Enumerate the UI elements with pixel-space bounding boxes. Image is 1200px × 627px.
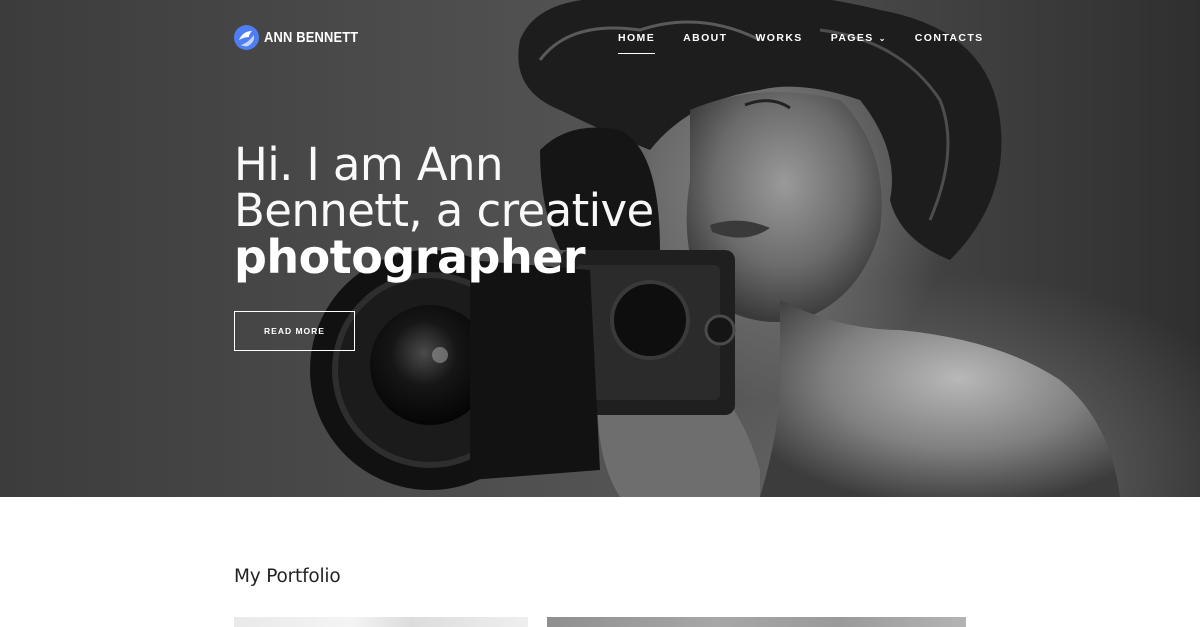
portfolio-thumbnail[interactable]: [234, 617, 528, 627]
portfolio-thumbnail[interactable]: [547, 617, 966, 627]
site-header: ANN BENNETT HOME ABOUT WORKS PAGES ⌄ CON…: [0, 0, 1200, 75]
nav-contacts[interactable]: CONTACTS: [915, 31, 984, 45]
nav-about-label: ABOUT: [683, 32, 728, 44]
logo-text: ANN BENNETT: [264, 29, 359, 46]
nav-pages[interactable]: PAGES ⌄: [831, 31, 887, 45]
portfolio-title: My Portfolio: [234, 566, 341, 587]
hero-section: ANN BENNETT HOME ABOUT WORKS PAGES ⌄ CON…: [0, 0, 1200, 497]
hero-line-1: Hi. I am Ann: [234, 138, 503, 191]
chevron-down-icon: ⌄: [878, 33, 887, 43]
hero-line-2: Bennett, a creative: [234, 184, 654, 237]
nav-home-label: HOME: [618, 32, 656, 44]
nav-works-label: WORKS: [755, 32, 803, 44]
nav-contacts-label: CONTACTS: [914, 32, 984, 44]
main-nav: HOME ABOUT WORKS PAGES ⌄ CONTACTS: [618, 31, 984, 54]
hero-heading: Hi. I am Ann Bennett, a creative photogr…: [234, 138, 694, 284]
nav-works[interactable]: WORKS: [755, 31, 802, 45]
nav-pages-label: PAGES: [830, 32, 874, 44]
logo[interactable]: ANN BENNETT: [234, 25, 374, 50]
read-more-button[interactable]: READ MORE: [234, 311, 355, 351]
nav-about[interactable]: ABOUT: [683, 31, 727, 45]
logo-mark-icon: [234, 25, 259, 50]
nav-home[interactable]: HOME: [618, 31, 656, 54]
hero-line-3: photographer: [234, 230, 586, 284]
